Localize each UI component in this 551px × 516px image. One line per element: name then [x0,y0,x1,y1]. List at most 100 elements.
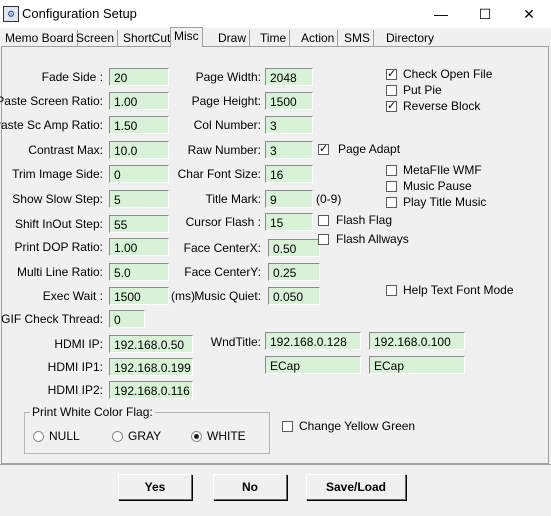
play-title-music-label: Play Title Music [403,195,487,209]
hdmi-ip1-input[interactable]: 192.168.0.199 [109,358,193,376]
tab-memo-board[interactable]: Memo Board [2,30,78,47]
radio-white-label: WHITE [207,429,246,443]
put-pie-label: Put Pie [403,83,442,97]
show-slow-step-input[interactable]: 5 [109,190,169,208]
gif-check-thread-input[interactable]: 0 [109,310,145,328]
shift-inout-step-input[interactable]: 55 [109,215,169,233]
wndtitle-input-3[interactable]: ECap [265,356,361,374]
page-width-input[interactable]: 2048 [265,68,313,86]
radio-gray[interactable] [112,431,123,442]
maximize-button[interactable]: ☐ [463,0,507,28]
print-dop-ratio-label: Print DOP Ratio: [14,240,103,254]
fade-side-input[interactable]: 20 [109,68,169,86]
yes-button[interactable]: Yes [118,474,192,500]
save-load-button[interactable]: Save/Load [306,474,406,500]
char-font-size-label: Char Font Size: [177,167,261,181]
close-button[interactable]: ✕ [507,0,551,28]
face-centery-label: Face CenterY: [184,265,261,279]
hdmi-ip-input[interactable]: 192.168.0.50 [109,335,193,353]
tab-sms[interactable]: SMS [341,30,375,47]
print-dop-ratio-input[interactable]: 1.00 [109,238,169,256]
multi-line-ratio-input[interactable]: 5.0 [109,263,169,281]
exec-wait-input[interactable]: 1500 [109,287,169,305]
tab-misc[interactable]: Misc [170,27,203,47]
tab-action[interactable]: Action [298,30,339,47]
change-yellow-green-checkbox[interactable] [282,421,293,432]
face-centery-input[interactable]: 0.25 [268,263,320,281]
play-title-music-checkbox[interactable] [386,197,397,208]
show-slow-step-label: Show Slow Step: [12,192,103,206]
contrast-max-label: Contrast Max: [28,143,103,157]
reverse-block-label: Reverse Block [403,99,481,113]
metafile-wmf-checkbox[interactable] [386,165,397,176]
hdmi-ip-label: HDMI IP: [54,337,103,351]
reverse-block-checkbox[interactable]: ✓ [386,101,397,112]
shift-inout-step-label: Shift InOut Step: [14,217,103,231]
print-white-color-title: Print White Color Flag: [30,405,155,419]
app-icon: ⚙ [3,6,19,22]
char-font-size-input[interactable]: 16 [265,165,313,183]
trim-image-side-label: Trim Image Side: [12,167,103,181]
music-quiet-label: Music Quiet: [194,289,261,303]
flash-flag-checkbox[interactable] [318,215,329,226]
wndtitle-input-4[interactable]: ECap [369,356,465,374]
radio-null[interactable] [33,431,44,442]
no-button[interactable]: No [213,474,287,500]
raw-number-input[interactable]: 3 [265,141,313,159]
tab-screen[interactable]: Screen [73,30,119,47]
gif-check-thread-label: GIF Check Thread: [1,312,103,326]
flash-allways-label: Flash Allways [336,232,409,246]
trim-image-side-input[interactable]: 0 [109,165,169,183]
face-centerx-input[interactable]: 0.50 [268,239,320,257]
page-height-input[interactable]: 1500 [265,92,313,110]
help-text-font-mode-checkbox[interactable] [386,285,397,296]
col-number-input[interactable]: 3 [265,116,313,134]
tab-directory[interactable]: Directory [383,30,437,47]
paste-screen-ratio-input[interactable]: 1.00 [109,92,169,110]
hdmi-ip1-label: HDMI IP1: [47,360,103,374]
music-pause-label: Music Pause [403,179,472,193]
put-pie-checkbox[interactable] [386,85,397,96]
wndtitle-input-2[interactable]: 192.168.0.100 [369,332,465,350]
tab-shortcut[interactable]: ShortCut [120,30,175,47]
page-width-label: Page Width: [195,70,261,84]
hdmi-ip2-input[interactable]: 192.168.0.116 [109,381,193,399]
multi-line-ratio-label: Multi Line Ratio: [16,265,103,279]
face-centerx-label: Face CenterX: [183,241,261,255]
exec-wait-label: Exec Wait : [42,289,103,303]
tab-draw[interactable]: Draw [215,30,251,47]
radio-gray-label: GRAY [128,429,162,443]
flash-flag-label: Flash Flag [336,213,393,227]
title-mark-range: (0-9) [316,192,342,206]
radio-null-label: NULL [49,429,80,443]
title-mark-label: Title Mark: [205,192,261,206]
tab-time[interactable]: Time [257,30,291,47]
raw-number-label: Raw Number: [187,143,261,157]
button-divider [0,464,551,465]
radio-white[interactable] [191,431,202,442]
paste-sc-amp-ratio-label: Paste Sc Amp Ratio: [0,118,103,132]
flash-allways-checkbox[interactable] [318,234,329,245]
col-number-label: Col Number: [193,118,261,132]
metafile-wmf-label: MetaFIle WMF [403,163,482,177]
hdmi-ip2-label: HDMI IP2: [47,383,103,397]
page-adapt-checkbox[interactable]: ✓ [318,144,329,155]
wndtitle-input-1[interactable]: 192.168.0.128 [265,332,361,350]
wndtitle-label: WndTitle: [210,335,261,349]
help-text-font-mode-label: Help Text Font Mode [403,283,514,297]
title-mark-input[interactable]: 9 [265,190,313,208]
exec-wait-unit: (ms) [171,289,195,303]
cursor-flash-input[interactable]: 15 [265,213,313,231]
music-quiet-input[interactable]: 0.050 [268,287,320,305]
music-pause-checkbox[interactable] [386,181,397,192]
change-yellow-green-label: Change Yellow Green [299,419,416,433]
window-title: Configuration Setup [22,6,137,21]
paste-sc-amp-ratio-input[interactable]: 1.50 [109,116,169,134]
contrast-max-input[interactable]: 10.0 [109,141,169,159]
fade-side-label: Fade Side : [41,70,103,84]
paste-screen-ratio-label: Paste Screen Ratio: [0,94,103,108]
page-adapt-label: Page Adapt [338,142,401,156]
check-open-file-checkbox[interactable]: ✓ [386,69,397,80]
page-height-label: Page Height: [191,94,261,108]
minimize-button[interactable]: — [419,0,463,28]
